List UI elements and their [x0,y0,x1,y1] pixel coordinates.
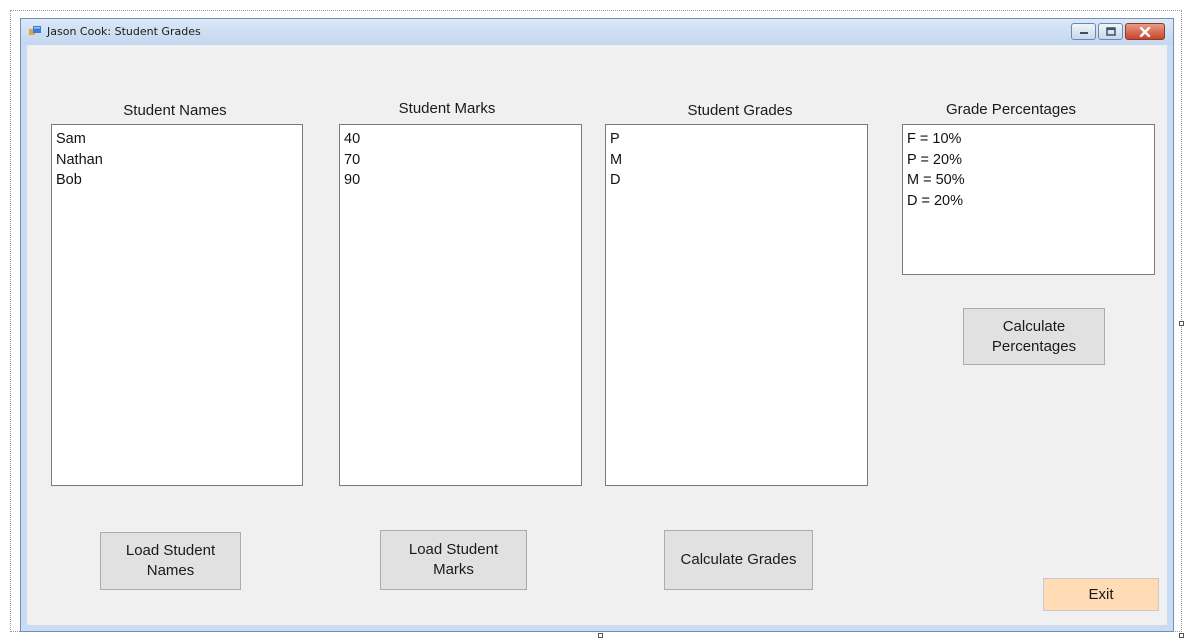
load-student-names-button[interactable]: Load Student Names [100,532,241,590]
minimize-button[interactable] [1071,23,1096,40]
list-item[interactable]: P [610,129,867,150]
list-item[interactable]: D [610,170,867,191]
windows-form-icon [29,26,41,35]
calculate-percentages-button[interactable]: Calculate Percentages [963,308,1105,365]
label-student-grades: Student Grades [687,102,793,119]
student-names-listbox[interactable]: Sam Nathan Bob [51,124,303,486]
grade-percentages-listbox[interactable]: F = 10% P = 20% M = 50% D = 20% [902,124,1155,275]
list-item[interactable]: 40 [344,129,581,150]
calculate-grades-button[interactable]: Calculate Grades [664,530,813,590]
list-item[interactable]: Sam [56,129,302,150]
maximize-button[interactable] [1098,23,1123,40]
list-item[interactable]: Nathan [56,150,302,171]
form-client-area: Student Names Student Marks Student Grad… [27,45,1167,625]
resize-handle-corner[interactable] [1179,633,1184,638]
list-item[interactable]: D = 20% [907,191,1154,212]
student-grades-listbox[interactable]: P M D [605,124,868,486]
label-grade-percentages: Grade Percentages [945,101,1077,118]
list-item[interactable]: Bob [56,170,302,191]
resize-handle-right[interactable] [1179,321,1184,326]
minimize-icon [1079,31,1088,34]
form-window: Jason Cook: Student Grades Student Names… [20,18,1174,632]
exit-button[interactable]: Exit [1043,578,1159,611]
student-marks-listbox[interactable]: 40 70 90 [339,124,582,486]
list-item[interactable]: 90 [344,170,581,191]
window-title: Jason Cook: Student Grades [47,25,201,38]
list-item[interactable]: 70 [344,150,581,171]
list-item[interactable]: F = 10% [907,129,1154,150]
list-item[interactable]: M [610,150,867,171]
close-icon [1139,26,1151,37]
load-student-marks-button[interactable]: Load Student Marks [380,530,527,590]
title-bar[interactable]: Jason Cook: Student Grades [21,19,1173,45]
close-button[interactable] [1125,23,1165,40]
resize-handle-bottom[interactable] [598,633,603,638]
label-student-names: Student Names [123,102,227,119]
label-student-marks: Student Marks [398,100,496,117]
window-controls [1071,23,1165,40]
list-item[interactable]: M = 50% [907,170,1154,191]
list-item[interactable]: P = 20% [907,150,1154,171]
maximize-icon [1105,27,1116,36]
